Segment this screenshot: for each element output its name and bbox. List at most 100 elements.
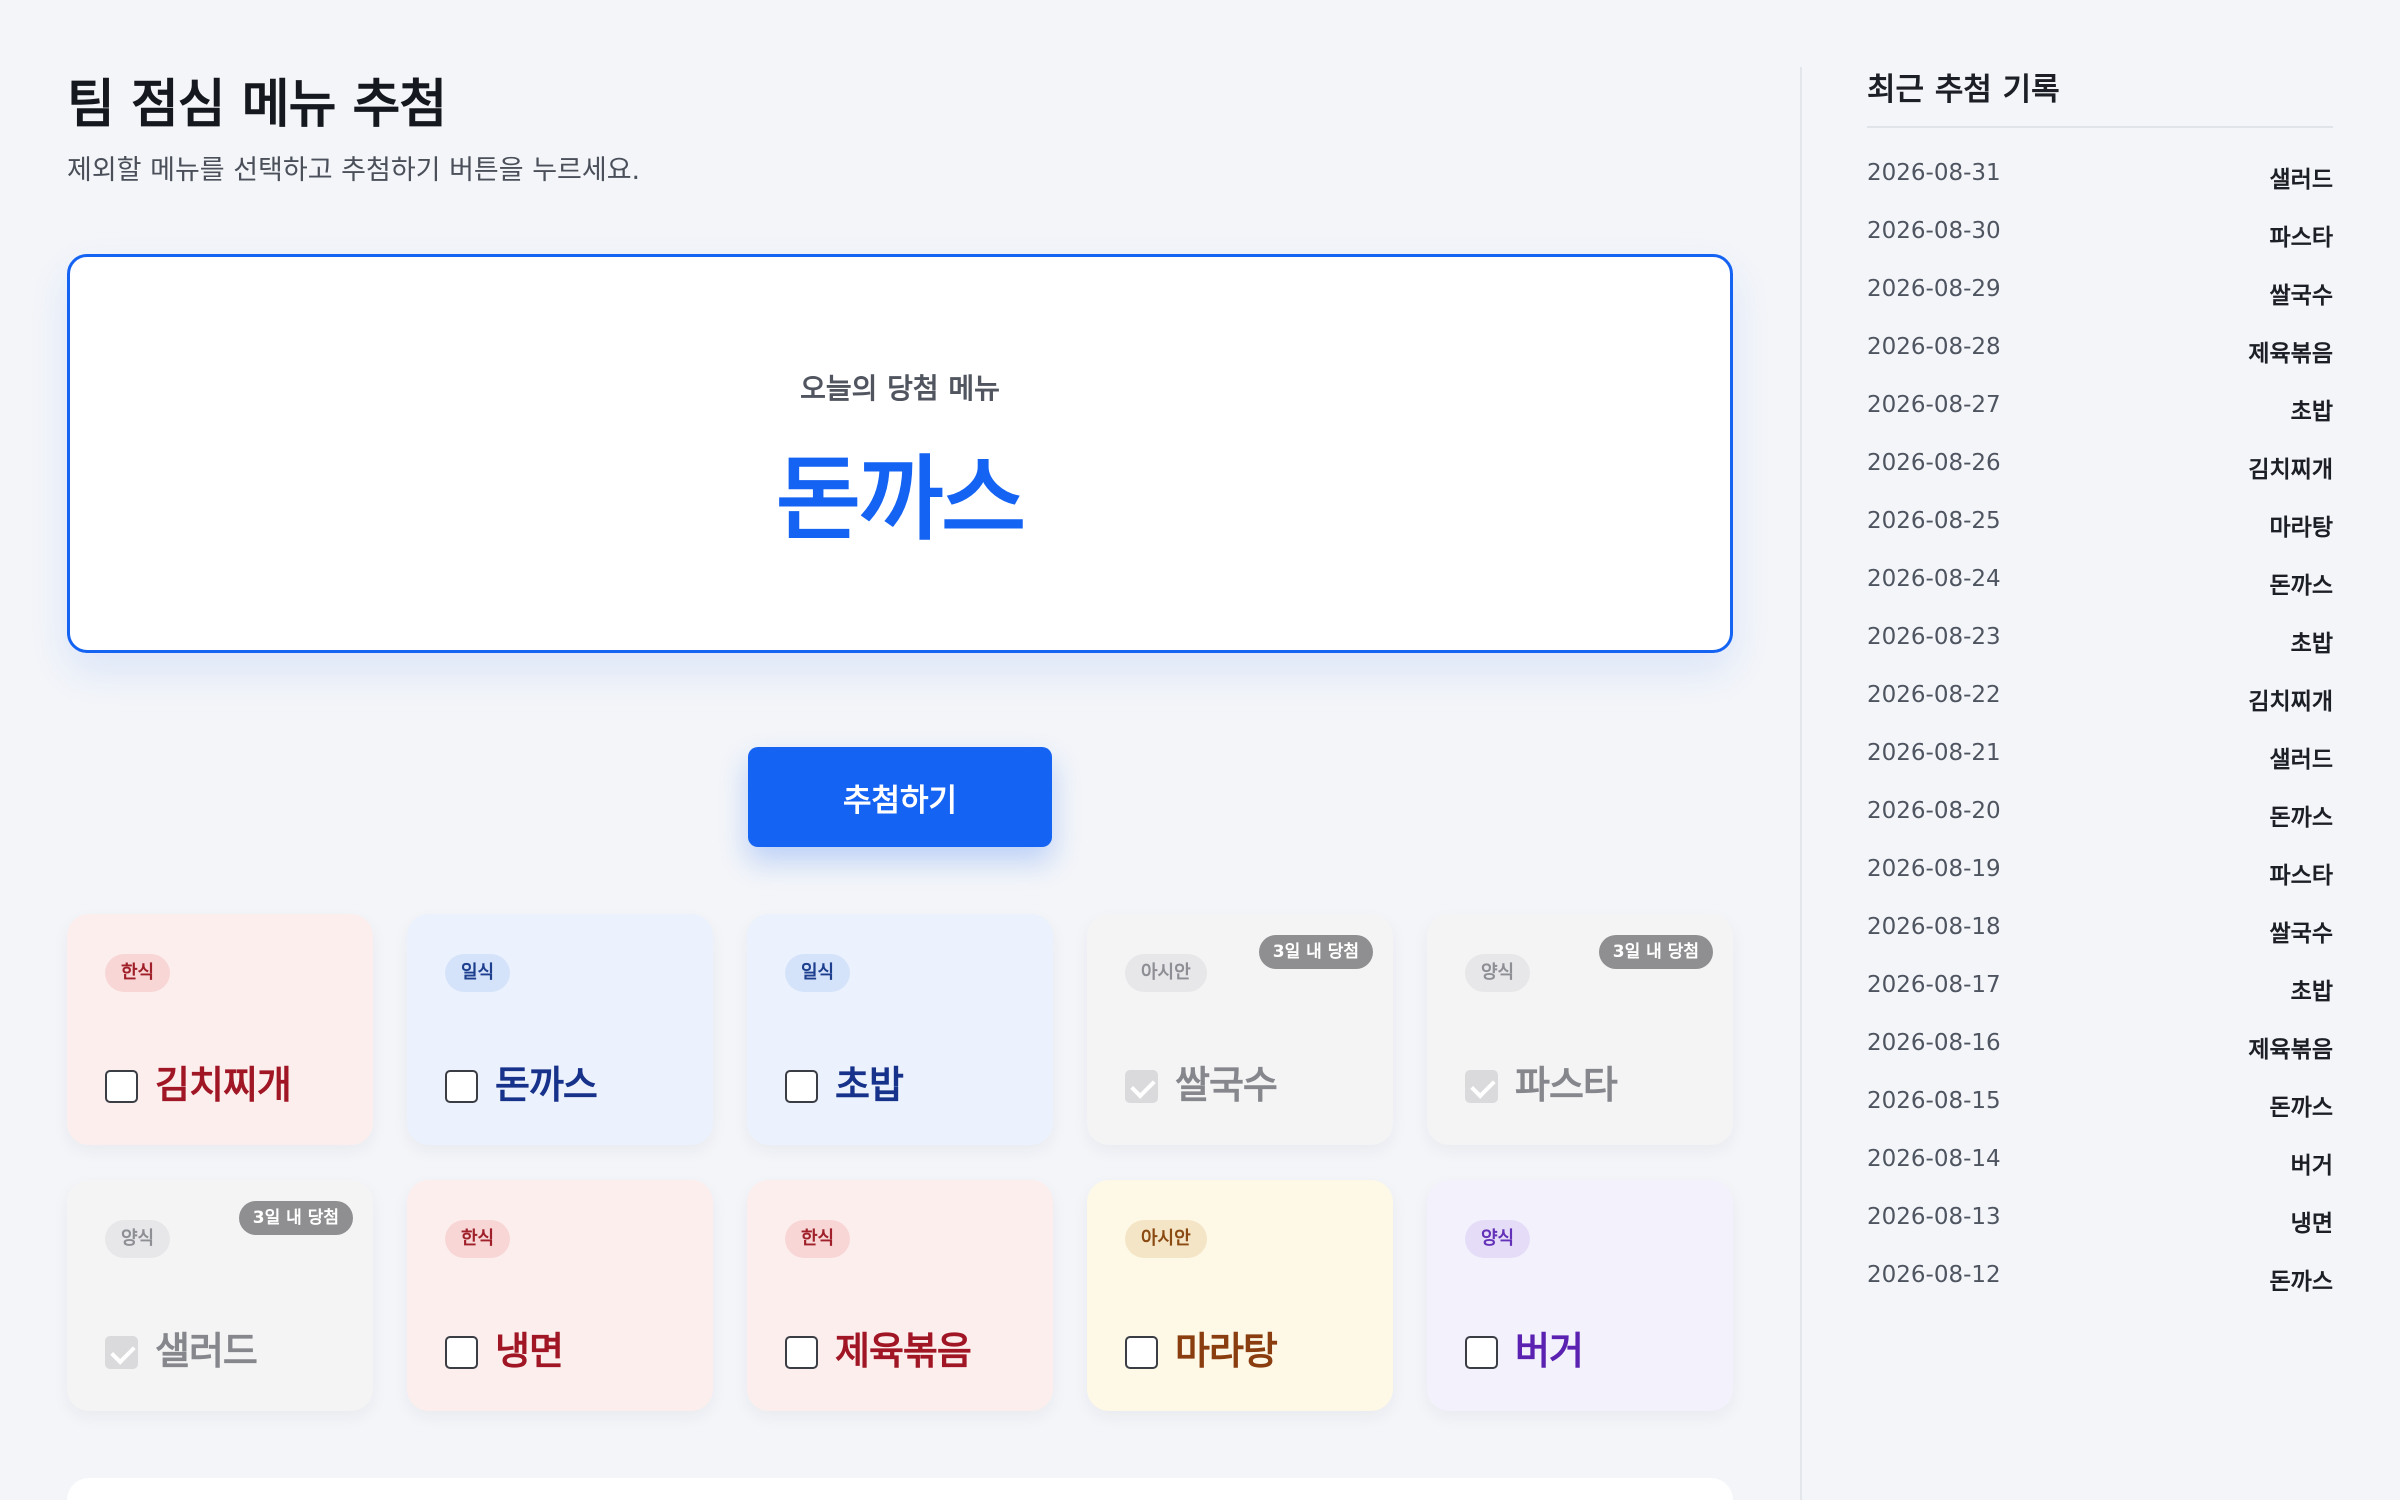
exclude-checkbox[interactable] xyxy=(445,1070,478,1103)
history-item: 2026-08-12 돈까스 xyxy=(1867,1262,2333,1320)
menu-card[interactable]: 한식 제육볶음 xyxy=(747,1180,1053,1411)
menu-name: 돈까스 xyxy=(495,1063,598,1107)
bottom-panel xyxy=(67,1478,1733,1500)
result-card: 오늘의 당첨 메뉴 돈까스 xyxy=(67,254,1733,653)
history-menu: 쌀국수 xyxy=(2269,921,2333,947)
history-date: 2026-08-25 xyxy=(1867,508,2001,534)
history-date: 2026-08-22 xyxy=(1867,682,2001,708)
menu-card: 양식 3일 내 당첨 샐러드 xyxy=(67,1180,373,1411)
history-date: 2026-08-28 xyxy=(1867,334,2001,360)
history-date: 2026-08-23 xyxy=(1867,624,2001,650)
history-menu: 쌀국수 xyxy=(2269,283,2333,309)
menu-name: 버거 xyxy=(1515,1329,1584,1373)
history-item: 2026-08-19 파스타 xyxy=(1867,856,2333,914)
history-menu: 냉면 xyxy=(2290,1211,2333,1237)
exclude-checkbox xyxy=(1125,1070,1158,1103)
history-item: 2026-08-16 제육볶음 xyxy=(1867,1030,2333,1088)
history-item: 2026-08-13 냉면 xyxy=(1867,1204,2333,1262)
recent-badge: 3일 내 당첨 xyxy=(238,1201,353,1235)
history-date: 2026-08-30 xyxy=(1867,218,2001,244)
menu-name: 쌀국수 xyxy=(1175,1063,1278,1107)
main-panel: 팀 점심 메뉴 추첨 제외할 메뉴를 선택하고 추첨하기 버튼을 누르세요. 오… xyxy=(67,0,1733,1500)
menu-card[interactable]: 아시안 마라탕 xyxy=(1087,1180,1393,1411)
history-item: 2026-08-25 마라탕 xyxy=(1867,508,2333,566)
menu-name: 김치찌개 xyxy=(155,1063,292,1107)
history-date: 2026-08-13 xyxy=(1867,1204,2001,1230)
history-date: 2026-08-27 xyxy=(1867,392,2001,418)
category-tag: 한식 xyxy=(785,1220,851,1258)
history-item: 2026-08-23 초밥 xyxy=(1867,624,2333,682)
draw-button[interactable]: 추첨하기 xyxy=(748,747,1052,847)
page-subtitle: 제외할 메뉴를 선택하고 추첨하기 버튼을 누르세요. xyxy=(67,155,641,186)
history-menu: 돈까스 xyxy=(2269,1095,2333,1121)
history-item: 2026-08-22 김치찌개 xyxy=(1867,682,2333,740)
history-item: 2026-08-14 버거 xyxy=(1867,1146,2333,1204)
menu-card[interactable]: 일식 돈까스 xyxy=(407,914,713,1145)
category-tag: 아시안 xyxy=(1125,1220,1207,1258)
history-date: 2026-08-18 xyxy=(1867,914,2001,940)
menu-card[interactable]: 양식 버거 xyxy=(1427,1180,1733,1411)
history-menu: 제육볶음 xyxy=(2248,341,2333,367)
history-menu: 김치찌개 xyxy=(2248,689,2333,715)
history-item: 2026-08-30 파스타 xyxy=(1867,218,2333,276)
exclude-checkbox[interactable] xyxy=(1125,1336,1158,1369)
history-date: 2026-08-12 xyxy=(1867,1262,2001,1288)
history-item: 2026-08-15 돈까스 xyxy=(1867,1088,2333,1146)
category-tag: 한식 xyxy=(445,1220,511,1258)
menu-card: 양식 3일 내 당첨 파스타 xyxy=(1427,914,1733,1145)
menu-card[interactable]: 일식 초밥 xyxy=(747,914,1053,1145)
history-menu: 돈까스 xyxy=(2269,805,2333,831)
history-menu: 파스타 xyxy=(2269,863,2333,889)
history-item: 2026-08-31 샐러드 xyxy=(1867,160,2333,218)
history-date: 2026-08-14 xyxy=(1867,1146,2001,1172)
recent-badge: 3일 내 당첨 xyxy=(1598,935,1713,969)
page-title: 팀 점심 메뉴 추첨 xyxy=(67,75,447,135)
exclude-checkbox xyxy=(1465,1070,1498,1103)
history-menu: 파스타 xyxy=(2269,225,2333,251)
category-tag: 일식 xyxy=(785,954,851,992)
history-menu: 돈까스 xyxy=(2269,573,2333,599)
history-date: 2026-08-15 xyxy=(1867,1088,2001,1114)
sidebar-title: 최근 추첨 기록 xyxy=(1867,72,2060,108)
history-menu: 김치찌개 xyxy=(2248,457,2333,483)
history-date: 2026-08-20 xyxy=(1867,798,2001,824)
menu-name: 파스타 xyxy=(1515,1063,1618,1107)
menu-card[interactable]: 한식 냉면 xyxy=(407,1180,713,1411)
category-tag: 일식 xyxy=(445,954,511,992)
history-date: 2026-08-31 xyxy=(1867,160,2001,186)
history-menu: 초밥 xyxy=(2290,399,2333,425)
history-menu: 돈까스 xyxy=(2269,1269,2333,1295)
history-item: 2026-08-29 쌀국수 xyxy=(1867,276,2333,334)
history-item: 2026-08-21 샐러드 xyxy=(1867,740,2333,798)
category-tag: 아시안 xyxy=(1125,954,1207,992)
menu-name: 마라탕 xyxy=(1175,1329,1278,1373)
history-menu: 버거 xyxy=(2290,1153,2333,1179)
category-tag: 양식 xyxy=(1465,1220,1531,1258)
history-menu: 샐러드 xyxy=(2269,747,2333,773)
sidebar-divider-line xyxy=(1867,126,2333,128)
history-date: 2026-08-16 xyxy=(1867,1030,2001,1056)
category-tag: 한식 xyxy=(105,954,171,992)
history-item: 2026-08-20 돈까스 xyxy=(1867,798,2333,856)
history-date: 2026-08-24 xyxy=(1867,566,2001,592)
history-item: 2026-08-17 초밥 xyxy=(1867,972,2333,1030)
exclude-checkbox[interactable] xyxy=(445,1336,478,1369)
history-date: 2026-08-29 xyxy=(1867,276,2001,302)
exclude-checkbox[interactable] xyxy=(105,1070,138,1103)
menu-card[interactable]: 한식 김치찌개 xyxy=(67,914,373,1145)
history-menu: 샐러드 xyxy=(2269,167,2333,193)
result-menu: 돈까스 xyxy=(776,446,1026,553)
exclude-checkbox[interactable] xyxy=(785,1070,818,1103)
history-date: 2026-08-19 xyxy=(1867,856,2001,882)
history-item: 2026-08-18 쌀국수 xyxy=(1867,914,2333,972)
history-date: 2026-08-17 xyxy=(1867,972,2001,998)
history-item: 2026-08-28 제육볶음 xyxy=(1867,334,2333,392)
exclude-checkbox[interactable] xyxy=(785,1336,818,1369)
exclude-checkbox[interactable] xyxy=(1465,1336,1498,1369)
exclude-checkbox xyxy=(105,1336,138,1369)
history-item: 2026-08-27 초밥 xyxy=(1867,392,2333,450)
menu-name: 제육볶음 xyxy=(835,1329,972,1373)
history-item: 2026-08-26 김치찌개 xyxy=(1867,450,2333,508)
history-item: 2026-08-24 돈까스 xyxy=(1867,566,2333,624)
result-label: 오늘의 당첨 메뉴 xyxy=(800,372,1000,405)
